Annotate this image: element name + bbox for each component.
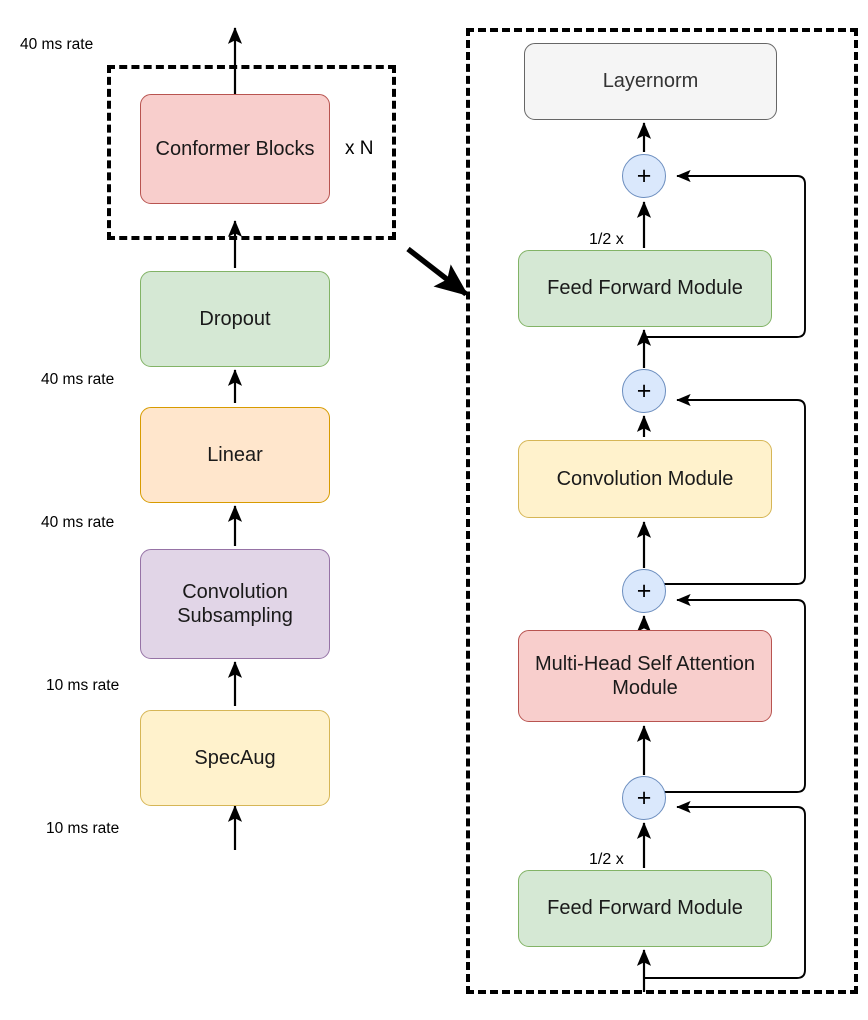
edge-group-expand-arrow — [406, 246, 469, 297]
adder-after-feed-forward-top[interactable]: + — [622, 154, 666, 198]
scale-label-feed-forward-top: 1/2 x — [589, 231, 624, 248]
plus-icon: + — [636, 161, 652, 190]
plus-icon: + — [636, 576, 652, 605]
block-dropout-label: Dropout — [199, 307, 271, 330]
rate-label-output: 40 ms rate — [20, 36, 94, 53]
block-layernorm-label: Layernorm — [602, 70, 699, 93]
block-convolution-module[interactable]: Convolution Module — [518, 440, 772, 518]
block-mhsa-label-line2: Module — [612, 677, 678, 699]
block-specaug-label: SpecAug — [194, 746, 276, 769]
block-linear-label: Linear — [207, 443, 263, 466]
conformer-blocks-repeat-label: x N — [345, 138, 374, 159]
block-layernorm[interactable]: Layernorm — [524, 43, 777, 120]
rate-label-subsampling-input: 10 ms rate — [46, 677, 120, 694]
block-convolution-subsampling-label-line2: Subsampling — [177, 605, 293, 627]
block-feed-forward-module-top-label: Feed Forward Module — [547, 277, 743, 300]
rate-label-input: 10 ms rate — [46, 820, 120, 837]
block-linear[interactable]: Linear — [140, 407, 330, 503]
block-specaug[interactable]: SpecAug — [140, 710, 330, 806]
block-multi-head-self-attention-module[interactable]: Multi-Head Self Attention Module — [518, 630, 772, 722]
block-dropout[interactable]: Dropout — [140, 271, 330, 367]
block-conformer-blocks[interactable]: Conformer Blocks — [140, 94, 330, 204]
block-convolution-subsampling-label-line1: Convolution — [182, 580, 288, 603]
rate-label-dropout-input: 40 ms rate — [41, 371, 115, 388]
block-feed-forward-module-bottom[interactable]: Feed Forward Module — [518, 870, 772, 947]
block-feed-forward-module-top[interactable]: Feed Forward Module — [518, 250, 772, 327]
block-conformer-blocks-label: Conformer Blocks — [155, 137, 315, 160]
plus-icon: + — [636, 783, 652, 812]
block-mhsa-label-line1: Multi-Head Self Attention — [534, 652, 756, 675]
block-feed-forward-module-bottom-label: Feed Forward Module — [547, 897, 743, 920]
diagram-canvas: Conformer Blocks x N Dropout Linear Conv… — [0, 0, 868, 1020]
plus-icon: + — [636, 376, 652, 405]
block-convolution-subsampling[interactable]: Convolution Subsampling — [140, 549, 330, 659]
rate-label-linear-input: 40 ms rate — [41, 514, 115, 531]
adder-after-multi-head-self-attention[interactable]: + — [622, 569, 666, 613]
scale-label-feed-forward-bottom: 1/2 x — [589, 851, 624, 868]
block-convolution-module-label: Convolution Module — [556, 467, 734, 490]
adder-after-feed-forward-bottom[interactable]: + — [622, 776, 666, 820]
adder-after-convolution[interactable]: + — [622, 369, 666, 413]
